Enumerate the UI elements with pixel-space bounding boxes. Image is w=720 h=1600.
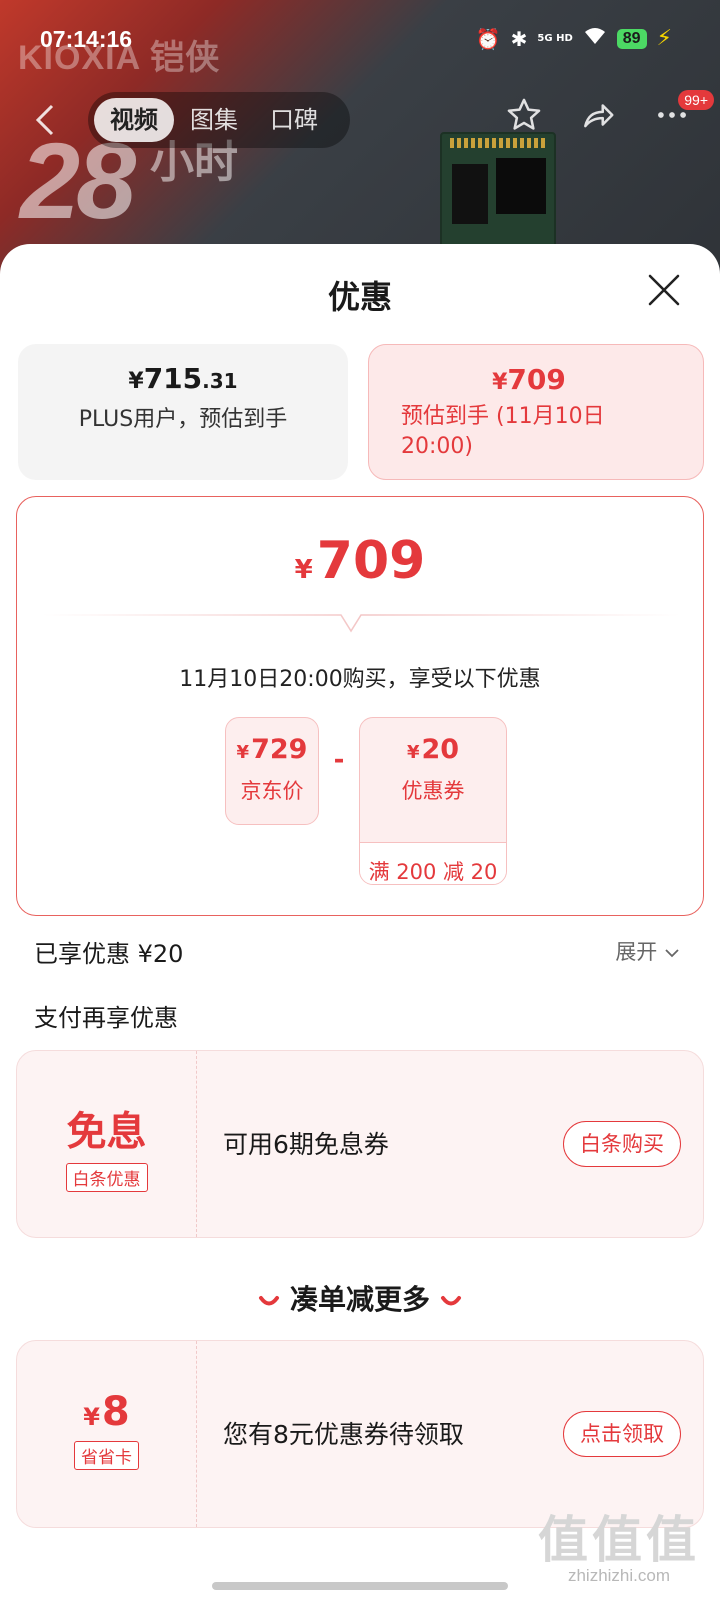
save-card-text: 您有8元优惠券待领取	[223, 1420, 464, 1449]
coupon-value: ¥20	[406, 734, 460, 765]
status-icons: ⏰ ✱ 5G HD 89 ⚡	[476, 26, 672, 51]
network-indicator: 5G HD	[537, 32, 573, 44]
divider-arrow	[41, 614, 681, 633]
expand-label: 展开	[615, 940, 658, 964]
more-discount-title: 凑单减更多	[289, 1283, 430, 1316]
claim-coupon-button[interactable]: 点击领取	[563, 1411, 681, 1457]
media-tabs: 视频 图集 口碑	[88, 92, 350, 148]
favorite-star-icon[interactable]	[504, 96, 544, 140]
coupon-rule: 满 200 减 20	[360, 842, 506, 884]
tab-video[interactable]: 视频	[94, 98, 174, 142]
site-watermark: 值值值 zhizhizhi.com	[538, 1500, 700, 1586]
baitiao-tag: 白条优惠	[65, 1163, 148, 1192]
battery-indicator: 89	[616, 28, 647, 49]
share-icon[interactable]	[578, 96, 618, 140]
more-discount-heading: 凑单减更多	[0, 1278, 720, 1318]
bluetooth-icon: ✱	[510, 26, 528, 51]
interest-free-card: 免息 白条优惠 可用6期免息券 白条购买	[16, 1050, 704, 1238]
jd-price-label: 京东价	[240, 779, 304, 803]
wifi-icon	[583, 26, 607, 51]
nav-actions: 99+	[504, 90, 714, 140]
tab-gallery[interactable]: 图集	[174, 98, 254, 142]
price-breakdown-box: ¥709 11月10日20:00购买，享受以下优惠 ¥729 京东价 - ¥20…	[16, 496, 704, 916]
enjoyed-discount-text: 已享优惠 ¥20	[34, 940, 184, 968]
back-icon[interactable]	[32, 100, 62, 140]
price-option-scheduled-desc: 预估到手 (11月10日 20:00)	[401, 404, 605, 459]
baitiao-buy-button[interactable]: 白条购买	[563, 1121, 681, 1167]
save-card-amount: ¥8	[83, 1389, 130, 1435]
alarm-icon: ⏰	[475, 26, 501, 51]
jd-price-value: ¥729	[236, 734, 308, 765]
discount-sheet: 优惠 ¥715.31 PLUS用户，预估到手 ¥709 预估到手 (11月10日…	[0, 244, 720, 1600]
message-count-badge: 99+	[678, 90, 714, 110]
watermark-logo: 值值值	[538, 1510, 700, 1569]
price-option-plus-value: ¥715.31	[128, 362, 238, 395]
interest-free-text: 可用6期免息券	[223, 1130, 389, 1159]
coupon-label: 优惠券	[401, 779, 465, 803]
more-menu-icon[interactable]: 99+	[652, 90, 714, 140]
interest-free-title: 免息	[66, 1109, 147, 1155]
jd-price-chip: ¥729 京东价	[225, 717, 319, 825]
sheet-title: 优惠	[327, 278, 392, 316]
minus-sign: -	[333, 745, 345, 775]
save-card-tag: 省省卡	[74, 1441, 139, 1470]
expand-toggle[interactable]: 展开	[615, 936, 680, 966]
tab-reviews[interactable]: 口碑	[254, 98, 334, 142]
final-price: ¥709	[294, 531, 426, 591]
close-icon[interactable]	[644, 270, 684, 310]
smile-decoration-icon	[440, 1286, 462, 1316]
chevron-down-icon	[664, 940, 680, 964]
price-option-plus-desc: PLUS用户，预估到手	[78, 407, 288, 432]
price-option-scheduled-value: ¥709	[492, 363, 566, 396]
price-option-plus[interactable]: ¥715.31 PLUS用户，预估到手	[18, 344, 348, 480]
home-indicator[interactable]	[212, 1582, 508, 1590]
save-card-badge: ¥8 省省卡	[17, 1341, 197, 1527]
price-option-scheduled[interactable]: ¥709 预估到手 (11月10日 20:00)	[368, 344, 704, 480]
status-bar: 07:14:16 ⏰ ✱ 5G HD 89 ⚡	[0, 0, 720, 78]
pay-discount-heading: 支付再享优惠	[34, 1004, 178, 1032]
interest-free-badge: 免息 白条优惠	[17, 1051, 197, 1237]
smile-decoration-icon	[258, 1286, 280, 1316]
coupon-chip: ¥20 优惠券 满 200 减 20	[359, 717, 507, 885]
charging-icon: ⚡	[656, 26, 672, 51]
purchase-time-text: 11月10日20:00购买，享受以下优惠	[179, 667, 541, 692]
status-time: 07:14:16	[40, 26, 133, 52]
